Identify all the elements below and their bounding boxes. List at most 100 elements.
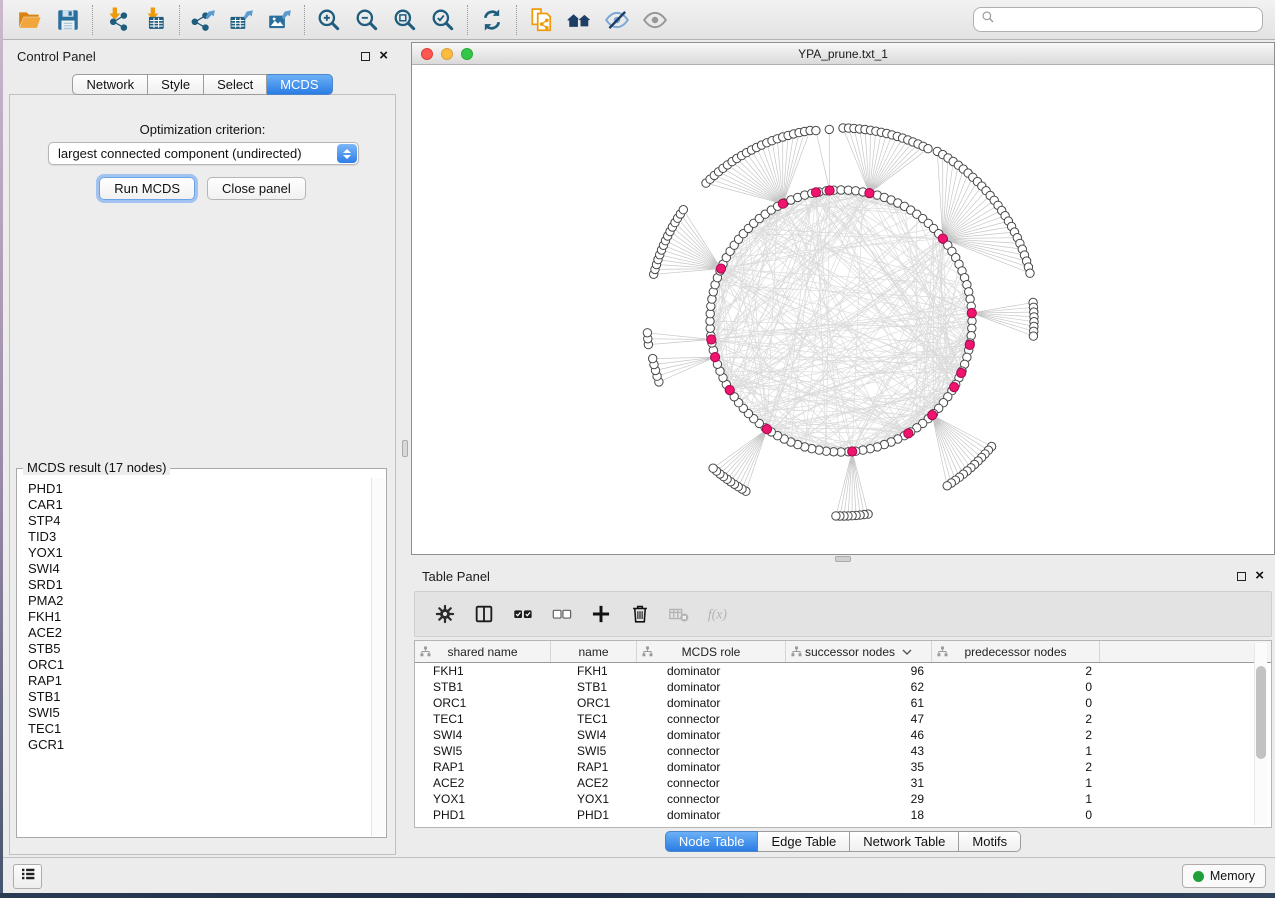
table-row[interactable]: PHD1PHD1dominator180: [415, 807, 1271, 823]
select-all-icon[interactable]: [512, 599, 534, 629]
import-table-icon[interactable]: [136, 4, 174, 36]
tab-motifs[interactable]: Motifs: [959, 831, 1021, 852]
delete-entry-icon[interactable]: [629, 599, 651, 629]
splitter-grip[interactable]: [402, 440, 408, 457]
graph-node[interactable]: [832, 512, 840, 520]
graph-node[interactable]: [825, 125, 833, 133]
network-graph[interactable]: [412, 65, 1274, 554]
zoom-fit-icon[interactable]: [386, 4, 424, 36]
close-panel-button[interactable]: Close panel: [207, 177, 306, 200]
mcds-result-item[interactable]: SWI4: [19, 561, 369, 577]
zoom-selected-icon[interactable]: [424, 4, 462, 36]
table-scrollbar-thumb[interactable]: [1256, 666, 1266, 759]
mcds-result-item[interactable]: PHD1: [19, 481, 369, 497]
tab-style[interactable]: Style: [148, 74, 204, 95]
mcds-result-item[interactable]: ACE2: [19, 625, 369, 641]
graph-node[interactable]: [679, 206, 687, 214]
search-box[interactable]: [973, 7, 1263, 32]
table-row[interactable]: FKH1FKH1dominator962: [415, 663, 1271, 679]
tab-select[interactable]: Select: [204, 74, 267, 95]
table-row[interactable]: TEC1TEC1connector472: [415, 711, 1271, 727]
mcds-result-item[interactable]: STP4: [19, 513, 369, 529]
network-titlebar[interactable]: YPA_prune.txt_1: [412, 43, 1274, 65]
minimize-window-icon[interactable]: [441, 48, 453, 60]
mcds-result-item[interactable]: PMA2: [19, 593, 369, 609]
deselect-all-icon[interactable]: [551, 599, 573, 629]
graph-dominator-node[interactable]: [711, 353, 720, 362]
close-window-icon[interactable]: [421, 48, 433, 60]
close-panel-icon[interactable]: ×: [1255, 571, 1264, 581]
table-row[interactable]: SWI5SWI5connector431: [415, 743, 1271, 759]
graph-node[interactable]: [1029, 332, 1037, 340]
add-entry-icon[interactable]: [590, 599, 612, 629]
mcds-result-item[interactable]: TEC1: [19, 721, 369, 737]
open-file-icon[interactable]: [11, 4, 49, 36]
export-table-icon[interactable]: [223, 4, 261, 36]
horizontal-splitter[interactable]: [411, 555, 1275, 563]
zoom-in-icon[interactable]: [310, 4, 348, 36]
graph-dominator-node[interactable]: [707, 335, 716, 344]
graph-dominator-node[interactable]: [865, 189, 874, 198]
settings-gear-icon[interactable]: [434, 599, 456, 629]
save-session-icon[interactable]: [49, 4, 87, 36]
graph-dominator-node[interactable]: [848, 447, 857, 456]
graph-node[interactable]: [1026, 269, 1034, 277]
graph-node[interactable]: [649, 354, 657, 362]
table-row[interactable]: ORC1ORC1dominator610: [415, 695, 1271, 711]
network-canvas[interactable]: [412, 65, 1274, 554]
export-network-icon[interactable]: [185, 4, 223, 36]
mcds-result-item[interactable]: FKH1: [19, 609, 369, 625]
tab-edge-table[interactable]: Edge Table: [758, 831, 850, 852]
table-row[interactable]: SWI4SWI4dominator462: [415, 727, 1271, 743]
close-panel-icon[interactable]: ×: [379, 51, 388, 61]
float-panel-icon[interactable]: [1237, 572, 1246, 581]
import-network-icon[interactable]: [98, 4, 136, 36]
graph-dominator-node[interactable]: [904, 429, 913, 438]
apply-preferred-layout-icon[interactable]: [473, 4, 511, 36]
float-panel-icon[interactable]: [361, 52, 370, 61]
export-image-icon[interactable]: [261, 4, 299, 36]
mcds-result-item[interactable]: CAR1: [19, 497, 369, 513]
task-history-button[interactable]: [13, 864, 42, 889]
show-all-icon[interactable]: [636, 4, 674, 36]
mcds-result-item[interactable]: STB1: [19, 689, 369, 705]
show-columns-icon[interactable]: [473, 599, 495, 629]
search-input[interactable]: [1000, 13, 1255, 27]
memory-button[interactable]: Memory: [1182, 864, 1266, 888]
graph-node[interactable]: [943, 482, 951, 490]
graph-dominator-node[interactable]: [950, 383, 959, 392]
tab-mcds[interactable]: MCDS: [267, 74, 332, 95]
graph-dominator-node[interactable]: [762, 425, 771, 434]
column-header-shared-name[interactable]: shared name: [415, 641, 551, 662]
duplicate-network-icon[interactable]: [522, 4, 560, 36]
zoom-out-icon[interactable]: [348, 4, 386, 36]
column-header-predecessor-nodes[interactable]: predecessor nodes: [932, 641, 1100, 662]
column-header-name[interactable]: name: [551, 641, 637, 662]
optimization-criterion-select[interactable]: largest connected component (undirected): [48, 142, 359, 165]
graph-node[interactable]: [924, 145, 932, 153]
mcds-list-scrollbar[interactable]: [371, 478, 385, 836]
table-row[interactable]: YOX1YOX1connector291: [415, 791, 1271, 807]
column-header-MCDS-role[interactable]: MCDS role: [637, 641, 786, 662]
table-row[interactable]: STB1STB1dominator620: [415, 679, 1271, 695]
graph-node[interactable]: [812, 126, 820, 134]
mcds-result-item[interactable]: STB5: [19, 641, 369, 657]
graph-dominator-node[interactable]: [967, 308, 976, 317]
mcds-result-item[interactable]: GCR1: [19, 737, 369, 753]
tab-network[interactable]: Network: [72, 74, 148, 95]
mcds-result-item[interactable]: SRD1: [19, 577, 369, 593]
mcds-result-item[interactable]: SWI5: [19, 705, 369, 721]
mcds-result-item[interactable]: TID3: [19, 529, 369, 545]
tab-node-table[interactable]: Node Table: [665, 831, 759, 852]
table-row[interactable]: RAP1RAP1dominator352: [415, 759, 1271, 775]
graph-dominator-node[interactable]: [716, 264, 725, 273]
table-row[interactable]: ACE2ACE2connector311: [415, 775, 1271, 791]
table-scrollbar[interactable]: [1254, 643, 1267, 825]
hide-selected-icon[interactable]: [598, 4, 636, 36]
graph-dominator-node[interactable]: [938, 234, 947, 243]
run-mcds-button[interactable]: Run MCDS: [99, 177, 195, 200]
graph-dominator-node[interactable]: [811, 188, 820, 197]
graph-dominator-node[interactable]: [957, 368, 966, 377]
mcds-result-item[interactable]: YOX1: [19, 545, 369, 561]
column-header-successor-nodes[interactable]: successor nodes: [786, 641, 932, 662]
